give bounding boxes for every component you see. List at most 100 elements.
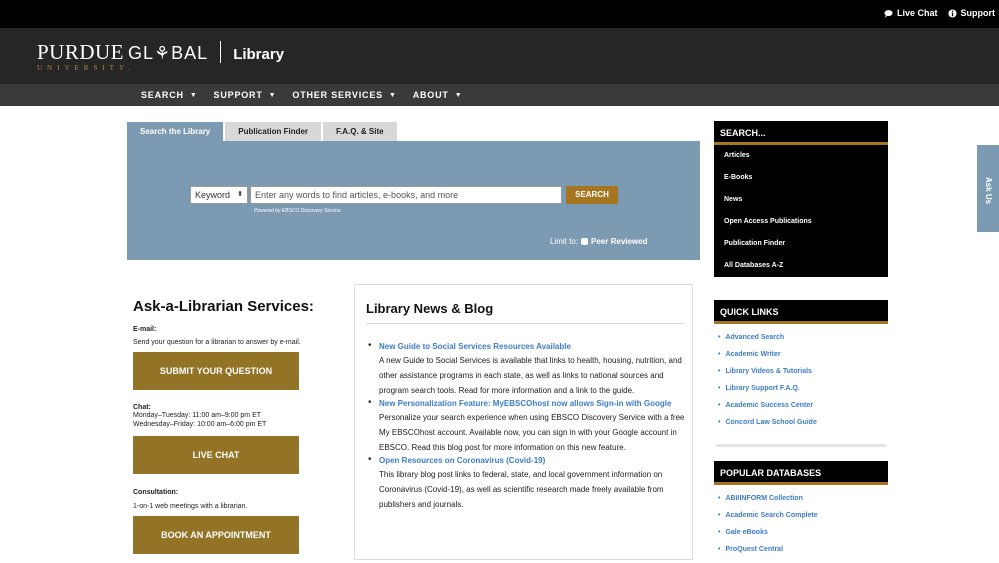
consult-text: 1-on-1 web meetings with a librarian. xyxy=(133,503,248,510)
support-label: Support xyxy=(960,8,996,18)
nav-label: SEARCH xyxy=(141,90,184,100)
brand-bar: PURDUE GL⚘BAL Library UNIVERSITY. xyxy=(0,28,999,84)
nav-search[interactable]: SEARCH ▼ xyxy=(141,90,198,100)
bullet-icon: • xyxy=(718,351,721,358)
news-item-body: A new Guide to Social Services is availa… xyxy=(379,356,682,395)
bullet-icon: • xyxy=(718,419,721,426)
list-item[interactable]: • Advanced Search xyxy=(718,334,888,351)
news-item-link[interactable]: Open Resources on Coronavirus (Covid-19) xyxy=(379,455,687,467)
chevron-down-icon: ▼ xyxy=(268,91,277,99)
sidebar-item-open-access[interactable]: Open Access Publications xyxy=(714,211,888,233)
list-item[interactable]: • Gale eBooks xyxy=(718,529,888,546)
sidebar-item-articles[interactable]: Articles xyxy=(714,145,888,167)
quick-link[interactable]: Library Support F.A.Q. xyxy=(725,385,799,392)
search-tabs: Search the Library Publication Finder F.… xyxy=(127,122,399,141)
powered-by-text: Powered by EBSCO Discovery Service xyxy=(254,208,341,214)
nav-label: ABOUT xyxy=(412,90,449,100)
news-blog-panel: Library News & Blog New Guide to Social … xyxy=(354,284,693,560)
ask-a-librarian: Ask-a-Librarian Services: E-mail: Send y… xyxy=(133,298,343,554)
live-chat-link[interactable]: Live Chat xyxy=(884,8,938,18)
sidebar-item-ebooks[interactable]: E-Books xyxy=(714,167,888,189)
logo-university: UNIVERSITY. xyxy=(37,64,135,72)
chat-hours-1: Monday–Tuesday: 11:00 am–9:00 pm ET xyxy=(133,412,262,419)
list-item[interactable]: • ABI/INFORM Collection xyxy=(718,495,888,512)
news-item: New Personalization Feature: MyEBSCOhost… xyxy=(368,397,687,455)
bullet-icon: • xyxy=(718,385,721,392)
search-button[interactable]: SEARCH xyxy=(566,186,618,204)
tab-faq-site[interactable]: F.A.Q. & Site xyxy=(323,122,397,141)
news-title: Library News & Blog xyxy=(366,301,494,316)
bullet-icon: • xyxy=(718,495,721,502)
list-item[interactable]: • Library Videos & Tutorials xyxy=(718,368,888,385)
sidebar-item-publication-finder[interactable]: Publication Finder xyxy=(714,233,888,255)
search-field-select[interactable]: Keyword ⬍ xyxy=(190,186,248,204)
sidebar-search-box: SEARCH... Articles E-Books News Open Acc… xyxy=(714,121,888,277)
chat-label: Chat: xyxy=(133,404,151,411)
bullet-icon: • xyxy=(718,529,721,536)
sidebar-search-title: SEARCH... xyxy=(714,121,888,145)
nav-support[interactable]: SUPPORT ▼ xyxy=(214,90,277,100)
news-item-link[interactable]: New Personalization Feature: MyEBSCOhost… xyxy=(379,398,687,410)
info-icon xyxy=(947,8,957,18)
logo-library: Library xyxy=(233,46,285,63)
consult-label: Consultation: xyxy=(133,489,179,496)
news-item: New Guide to Social Services Resources A… xyxy=(368,340,687,398)
search-panel: Keyword ⬍ Enter any words to find articl… xyxy=(127,141,700,260)
ask-us-tab[interactable]: Ask Us xyxy=(977,145,999,232)
site-logo[interactable]: PURDUE GL⚘BAL Library UNIVERSITY. xyxy=(37,40,285,72)
live-chat-button[interactable]: LIVE CHAT xyxy=(133,436,299,474)
database-link[interactable]: ABI/INFORM Collection xyxy=(725,495,802,502)
main-nav: SEARCH ▼ SUPPORT ▼ OTHER SERVICES ▼ ABOUT ▼ xyxy=(0,84,999,106)
bullet-icon: • xyxy=(718,334,721,341)
chevron-down-icon: ▼ xyxy=(388,91,397,99)
logo-purdue: PURDUE xyxy=(37,40,125,64)
list-item[interactable]: • Academic Success Center xyxy=(718,402,888,419)
sidebar-popular-databases: POPULAR DATABASES • ABI/INFORM Collection… xyxy=(714,461,888,563)
quick-link[interactable]: Academic Success Center xyxy=(725,402,813,409)
logo-divider xyxy=(220,41,222,63)
email-label: E-mail: xyxy=(133,326,157,333)
list-item[interactable]: • Academic Writer xyxy=(718,351,888,368)
search-input[interactable]: Enter any words to find articles, e-book… xyxy=(250,186,562,204)
nav-about[interactable]: ABOUT ▼ xyxy=(413,90,463,100)
bullet-icon: • xyxy=(718,368,721,375)
live-chat-label: Live Chat xyxy=(896,8,938,18)
tab-search-the-library[interactable]: Search the Library xyxy=(127,122,224,141)
quick-link[interactable]: Academic Writer xyxy=(725,351,780,358)
quick-link[interactable]: Library Videos & Tutorials xyxy=(725,368,812,375)
email-text: Send your question for a librarian to an… xyxy=(133,339,301,346)
sidebar-item-news[interactable]: News xyxy=(714,189,888,211)
news-item-body: Personalize your search experience when … xyxy=(379,413,685,452)
utility-links: Live Chat Support xyxy=(884,8,995,18)
select-value: Keyword xyxy=(195,190,231,200)
utility-bar: Live Chat Support xyxy=(0,0,999,28)
news-item-link[interactable]: New Guide to Social Services Resources A… xyxy=(379,341,687,353)
ask-title: Ask-a-Librarian Services: xyxy=(133,298,314,315)
limit-to: Limit to: Peer Reviewed xyxy=(550,237,648,246)
quick-links-list: • Advanced Search • Academic Writer • Libra… xyxy=(714,324,888,436)
database-link[interactable]: ProQuest Central xyxy=(725,546,783,553)
quick-links-title: QUICK LINKS xyxy=(714,300,888,324)
list-item[interactable]: • Concord Law School Guide xyxy=(718,419,888,436)
nav-label: SUPPORT xyxy=(213,90,263,100)
submit-question-button[interactable]: SUBMIT YOUR QUESTION xyxy=(133,352,299,390)
database-link[interactable]: Academic Search Complete xyxy=(725,512,817,519)
quick-link[interactable]: Concord Law School Guide xyxy=(725,419,816,426)
database-link[interactable]: Gale eBooks xyxy=(725,529,767,536)
support-link[interactable]: Support xyxy=(947,8,996,18)
quick-link[interactable]: Advanced Search xyxy=(725,334,784,341)
news-list: New Guide to Social Services Resources A… xyxy=(368,340,687,512)
sidebar-item-all-databases[interactable]: All Databases A-Z xyxy=(714,255,888,277)
chevron-down-icon: ▼ xyxy=(454,91,463,99)
nav-other-services[interactable]: OTHER SERVICES ▼ xyxy=(292,90,396,100)
news-divider xyxy=(366,323,684,324)
peer-reviewed-checkbox[interactable] xyxy=(581,238,589,245)
list-item[interactable]: • ProQuest Central xyxy=(718,546,888,563)
list-item[interactable]: • Library Support F.A.Q. xyxy=(718,385,888,402)
book-appointment-button[interactable]: BOOK AN APPOINTMENT xyxy=(133,516,299,554)
bullet-icon: • xyxy=(718,546,721,553)
chevron-down-icon: ▼ xyxy=(189,91,198,99)
list-item[interactable]: • Academic Search Complete xyxy=(718,512,888,529)
limit-label: Limit to: xyxy=(550,237,579,246)
tab-publication-finder[interactable]: Publication Finder xyxy=(225,122,322,141)
